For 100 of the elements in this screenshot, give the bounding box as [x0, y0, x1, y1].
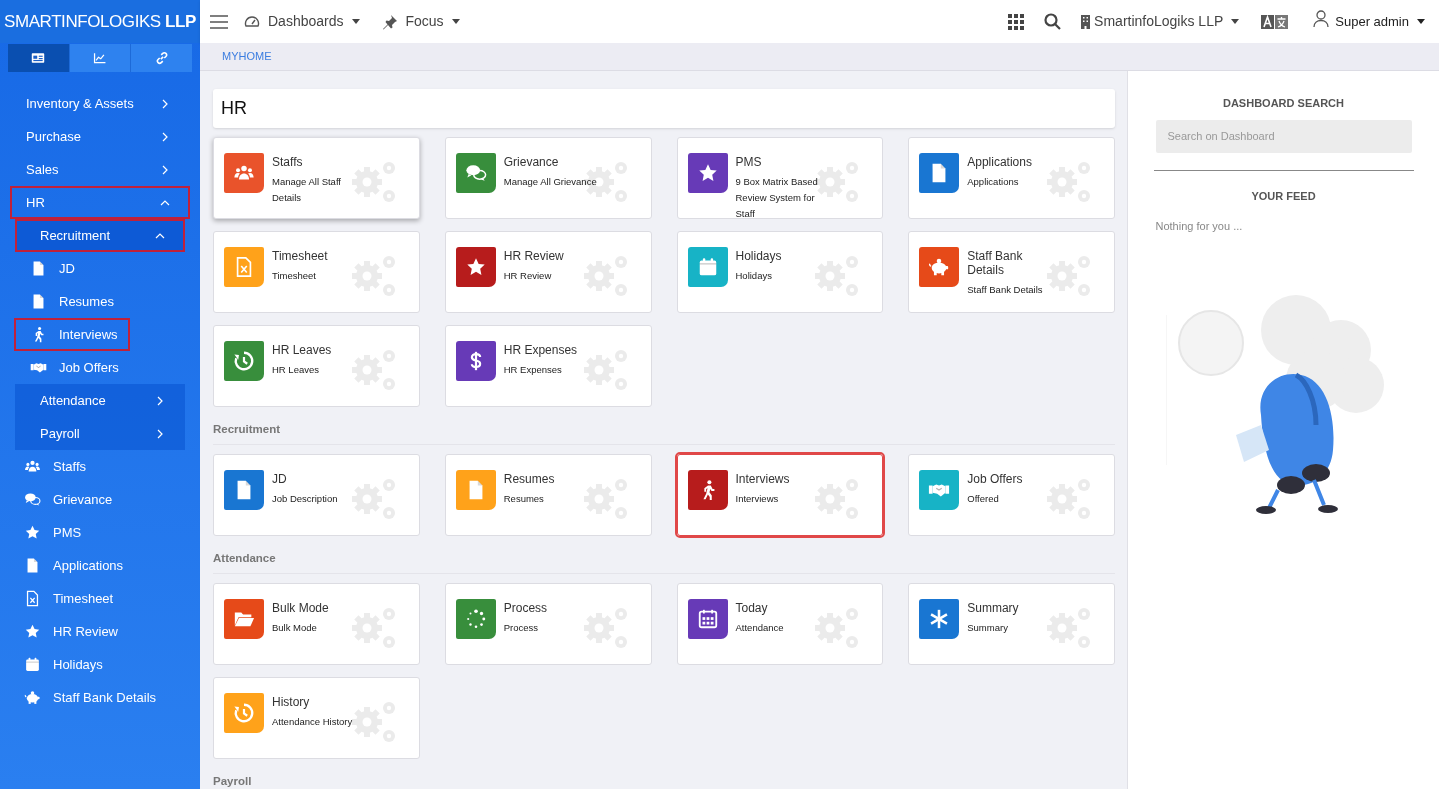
star-icon — [24, 524, 41, 541]
piggy-bank-icon — [928, 256, 951, 278]
sidebar-item[interactable]: JD — [14, 252, 87, 285]
module-tile[interactable]: Process Process — [444, 583, 652, 665]
sidebar-item[interactable]: HR Review — [12, 615, 130, 648]
chat-bubbles-icon — [464, 162, 487, 184]
module-tile[interactable]: History Attendance History — [213, 677, 420, 759]
sidebar-item[interactable]: Resumes — [14, 285, 126, 318]
chevron-right-icon — [155, 428, 165, 439]
piggy-bank-icon — [24, 689, 41, 706]
nav-dropdown[interactable]: Dashboards — [244, 11, 360, 32]
module-tile[interactable]: Staffs Manage All Staff Details — [213, 137, 420, 219]
menu-icon[interactable] — [210, 14, 228, 29]
line-chart-icon — [93, 51, 107, 65]
pin-icon — [381, 13, 398, 30]
history-icon — [233, 702, 255, 724]
tile-title: HR Expenses — [503, 343, 579, 357]
tile-subtitle: 9 Box Matrix Based Review System for Staff — [735, 175, 819, 221]
nav-dropdown[interactable]: Focus — [381, 11, 460, 32]
section-heading: Attendance — [213, 550, 276, 566]
sidebar-menu-item[interactable]: Attendance — [15, 384, 185, 417]
asterisk-icon — [928, 608, 951, 630]
caret-icon — [1417, 19, 1425, 24]
section-heading: HR — [213, 89, 1115, 128]
caret-icon — [451, 19, 460, 24]
sidebar-item[interactable]: Staff Bank Details — [12, 681, 169, 714]
module-tile[interactable]: Summary Summary — [908, 583, 1115, 665]
module-tile[interactable]: HR Review HR Review — [444, 231, 652, 313]
module-tile[interactable]: HR Expenses HR Expenses — [444, 325, 652, 407]
sidebar-menu-item[interactable]: Payroll — [15, 417, 185, 450]
tile-title: Summary — [967, 601, 1020, 615]
module-tile[interactable]: Resumes Resumes — [444, 454, 652, 536]
history-icon — [233, 350, 255, 372]
apps-grid-icon[interactable] — [1008, 13, 1025, 30]
module-tile[interactable]: Job Offers Offered — [908, 454, 1115, 536]
sidebar-menu-item[interactable]: Sales — [10, 153, 190, 186]
caret-icon — [351, 19, 360, 24]
sidebar-item[interactable]: PMS — [12, 516, 94, 549]
tile-subtitle: Summary — [967, 621, 1008, 635]
module-tile[interactable]: Timesheet Timesheet — [213, 231, 420, 313]
empty-feed-text: Nothing for you ... — [1155, 219, 1244, 234]
translate-icon[interactable] — [1261, 14, 1289, 29]
tile-title: History — [272, 695, 311, 709]
tile-title: Applications — [967, 155, 1033, 169]
tile-title: Interviews — [735, 472, 791, 486]
link-icon — [154, 51, 169, 65]
user-menu[interactable]: Super admin — [1313, 11, 1425, 32]
tile-subtitle: Timesheet — [272, 269, 316, 283]
module-tile[interactable]: Bulk Mode Bulk Mode — [213, 583, 420, 665]
panel-heading: YOUR FEED — [1251, 188, 1316, 204]
search-icon[interactable] — [1044, 13, 1062, 30]
module-tile[interactable]: Interviews Interviews — [676, 454, 884, 536]
sidebar-item[interactable]: Applications — [12, 549, 136, 582]
module-tile[interactable]: JD Job Description — [213, 454, 420, 536]
tile-subtitle: Interviews — [735, 492, 779, 506]
tile-subtitle: Bulk Mode — [272, 621, 317, 635]
tile-title: Staff Bank Details — [967, 249, 1024, 277]
sidebar-item[interactable]: Job Offers — [14, 351, 131, 384]
tile-title: Timesheet — [272, 249, 329, 263]
chevron-right-icon — [160, 131, 170, 142]
sidebar-menu-item[interactable]: Recruitment — [15, 219, 185, 252]
sidebar-item[interactable]: Timesheet — [12, 582, 126, 615]
tile-subtitle: Holidays — [735, 269, 772, 283]
section-heading: Recruitment — [213, 421, 281, 437]
module-tile[interactable]: Grievance Manage All Grievance — [444, 137, 652, 219]
tile-subtitle: Job Description — [272, 492, 338, 506]
sidebar-item[interactable]: Holidays — [12, 648, 115, 681]
chat-bubbles-icon — [24, 491, 41, 508]
sidebar-tab[interactable] — [8, 44, 70, 72]
tile-subtitle: Applications — [967, 175, 1019, 189]
sidebar-menu-item[interactable]: HR — [10, 186, 190, 219]
tile-title: Grievance — [503, 155, 560, 169]
tile-subtitle: HR Review — [503, 269, 552, 283]
caret-icon — [1231, 19, 1240, 24]
company-dropdown[interactable]: SmartinfoLogiks LLP — [1081, 11, 1240, 32]
panel-heading: DASHBOARD SEARCH — [1223, 96, 1344, 111]
sidebar-menu-item[interactable]: Inventory & Assets — [10, 87, 190, 120]
sidebar-item[interactable]: Grievance — [12, 483, 125, 516]
sidebar-item[interactable]: Interviews — [14, 318, 130, 351]
breadcrumb-link[interactable]: MYHOME — [222, 48, 272, 65]
tile-subtitle: Resumes — [503, 492, 544, 506]
module-tile[interactable]: PMS 9 Box Matrix Based Review System for Staff — [676, 137, 884, 219]
star-icon — [24, 623, 41, 640]
module-tile[interactable]: Applications Applications — [908, 137, 1115, 219]
module-tile[interactable]: Holidays Holidays — [676, 231, 884, 313]
module-tile[interactable]: Staff Bank Details Staff Bank Details — [908, 231, 1115, 313]
tile-subtitle: Staff Bank Details — [967, 283, 1043, 297]
tile-subtitle: HR Leaves — [272, 363, 319, 377]
tile-subtitle: Attendance History — [272, 715, 353, 729]
sidebar-item[interactable]: Staffs — [12, 450, 98, 483]
tile-title: Today — [735, 601, 769, 615]
tile-title: JD — [272, 472, 288, 486]
tile-title: Bulk Mode — [272, 601, 330, 615]
dashboard-search-field[interactable]: Search on Dashboard — [1155, 119, 1412, 153]
tile-subtitle: Offered — [967, 492, 999, 506]
tile-subtitle: Manage All Grievance — [503, 175, 597, 189]
sidebar-menu-item[interactable]: Purchase — [10, 120, 190, 153]
calendar-icon — [696, 608, 719, 630]
module-tile[interactable]: Today Attendance — [676, 583, 884, 665]
module-tile[interactable]: HR Leaves HR Leaves — [213, 325, 420, 407]
